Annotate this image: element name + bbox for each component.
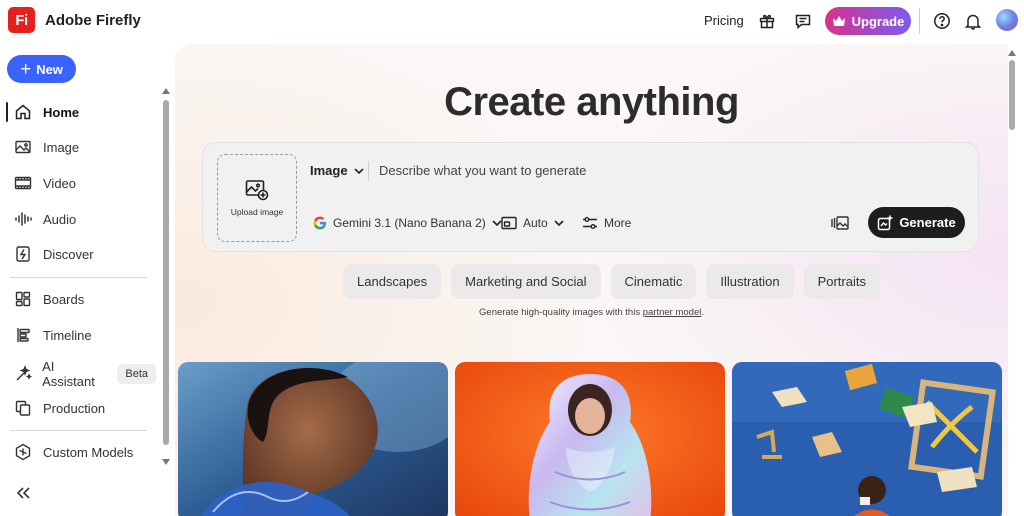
mode-label: Image	[310, 163, 348, 178]
footnote-text: Generate high-quality images with this	[479, 307, 641, 318]
audio-icon	[12, 208, 34, 230]
page-title: Create anything	[444, 80, 739, 124]
partner-model-link[interactable]: partner model	[643, 307, 702, 318]
add-image-icon	[245, 180, 269, 201]
home-icon	[12, 101, 34, 123]
ai-assistant-icon	[12, 363, 33, 385]
collapse-sidebar-icon[interactable]	[14, 484, 32, 502]
aspect-label: Auto	[523, 216, 548, 230]
top-bar: Fi Adobe Firefly Pricing Upgrade	[0, 0, 1024, 44]
plus-icon: +	[20, 58, 32, 80]
main-content: Create anything Upload image Image Descr…	[175, 44, 1008, 516]
chip-cinematic[interactable]: Cinematic	[610, 264, 697, 299]
more-label: More	[604, 216, 632, 230]
suggestion-chips: Landscapes Marketing and Social Cinemati…	[343, 264, 880, 299]
sidebar-item-label: Video	[43, 175, 77, 191]
chip-illustration[interactable]: Illustration	[706, 264, 794, 299]
generate-icon	[878, 214, 894, 230]
sidebar-item-label: Timeline	[43, 327, 92, 343]
chevron-down-icon	[554, 220, 564, 226]
app-title[interactable]: Adobe Firefly	[45, 12, 141, 29]
google-g-icon	[313, 216, 326, 230]
model-footnote: Generate high-quality images with this p…	[175, 307, 1008, 318]
production-icon	[12, 397, 34, 419]
sliders-icon	[583, 217, 597, 229]
new-button[interactable]: + New	[7, 55, 76, 83]
sidebar-item-audio[interactable]: Audio	[6, 205, 156, 233]
style-reference-icon[interactable]	[831, 215, 849, 231]
generate-label: Generate	[899, 215, 956, 230]
generate-button[interactable]: Generate	[868, 207, 965, 238]
model-picker[interactable]: Gemini 3.1 (Nano Banana 2)	[313, 216, 502, 230]
upgrade-button[interactable]: Upgrade	[825, 7, 911, 35]
gift-icon[interactable]	[756, 10, 778, 32]
flying-books-image	[732, 362, 1002, 516]
sidebar-item-timeline[interactable]: Timeline	[6, 321, 156, 349]
page-scrollbar[interactable]	[1009, 60, 1015, 130]
gallery-card-puffer-jacket[interactable]	[455, 362, 725, 516]
crown-icon	[832, 16, 845, 26]
upload-image-label: Upload image	[230, 207, 284, 217]
sidebar-scroll-up-arrow[interactable]	[162, 87, 170, 95]
prompt-panel: Upload image Image Describe what you wan…	[202, 142, 979, 252]
gallery-card-portrait[interactable]	[178, 362, 448, 516]
more-settings-button[interactable]: More	[582, 216, 631, 230]
discover-icon	[12, 243, 34, 265]
image-icon	[12, 136, 34, 158]
sidebar-scrollbar[interactable]	[163, 100, 169, 445]
sidebar-item-label: Discover	[43, 246, 94, 262]
chip-portraits[interactable]: Portraits	[803, 264, 880, 299]
video-icon	[12, 172, 34, 194]
sidebar-item-label: Image	[43, 139, 80, 155]
model-label: Gemini 3.1 (Nano Banana 2)	[333, 216, 486, 230]
upload-image-button[interactable]: Upload image	[217, 154, 297, 242]
mode-dropdown[interactable]: Image	[310, 163, 364, 178]
sidebar-divider	[10, 277, 147, 278]
sidebar-item-home[interactable]: Home	[6, 98, 156, 126]
header-divider	[919, 8, 920, 34]
sidebar-item-label: AI Assistant	[42, 359, 95, 389]
sidebar-item-label: Production	[43, 400, 106, 416]
sidebar-item-label: Custom Models	[43, 444, 134, 460]
upgrade-label: Upgrade	[851, 13, 905, 29]
new-label: New	[36, 61, 63, 77]
mode-divider	[368, 161, 369, 181]
chevron-down-icon	[354, 167, 364, 174]
firefly-logo[interactable]: Fi	[8, 7, 35, 33]
sidebar-item-image[interactable]: Image	[6, 133, 156, 161]
sidebar-item-custom-models[interactable]: Custom Models	[6, 438, 156, 466]
custom-models-icon	[12, 441, 34, 463]
bell-icon[interactable]	[962, 10, 984, 32]
sidebar-item-label: Audio	[43, 211, 77, 227]
sidebar: + New Home Image Video Audio Discover Bo…	[0, 44, 175, 516]
feedback-icon[interactable]	[792, 10, 814, 32]
sidebar-item-label: Boards	[43, 291, 85, 307]
timeline-icon	[12, 324, 34, 346]
footnote-suffix: .	[701, 307, 704, 318]
prompt-input[interactable]: Describe what you want to generate	[379, 163, 586, 178]
sidebar-item-video[interactable]: Video	[6, 169, 156, 197]
sidebar-item-ai-assistant[interactable]: AI Assistant Beta	[6, 359, 156, 389]
pricing-link[interactable]: Pricing	[704, 13, 744, 28]
sidebar-divider	[10, 430, 147, 431]
sidebar-item-label: Home	[43, 104, 80, 120]
avatar[interactable]	[996, 9, 1018, 31]
sidebar-item-boards[interactable]: Boards	[6, 285, 156, 313]
puffer-jacket-image	[455, 362, 725, 516]
help-icon[interactable]	[931, 10, 953, 32]
gallery-card-flying-books[interactable]	[732, 362, 1002, 516]
sidebar-item-production[interactable]: Production	[6, 394, 156, 422]
sidebar-scroll-down-arrow[interactable]	[162, 458, 170, 466]
boards-icon	[12, 288, 34, 310]
portrait-image	[178, 362, 448, 516]
aspect-ratio-picker[interactable]: Auto	[501, 216, 564, 230]
chip-landscapes[interactable]: Landscapes	[343, 264, 442, 299]
beta-badge: Beta	[117, 364, 156, 384]
sidebar-item-discover[interactable]: Discover	[6, 240, 156, 268]
page-scroll-up-arrow[interactable]	[1008, 49, 1016, 57]
aspect-ratio-icon	[501, 216, 517, 230]
chip-marketing-and-social[interactable]: Marketing and Social	[451, 264, 601, 299]
